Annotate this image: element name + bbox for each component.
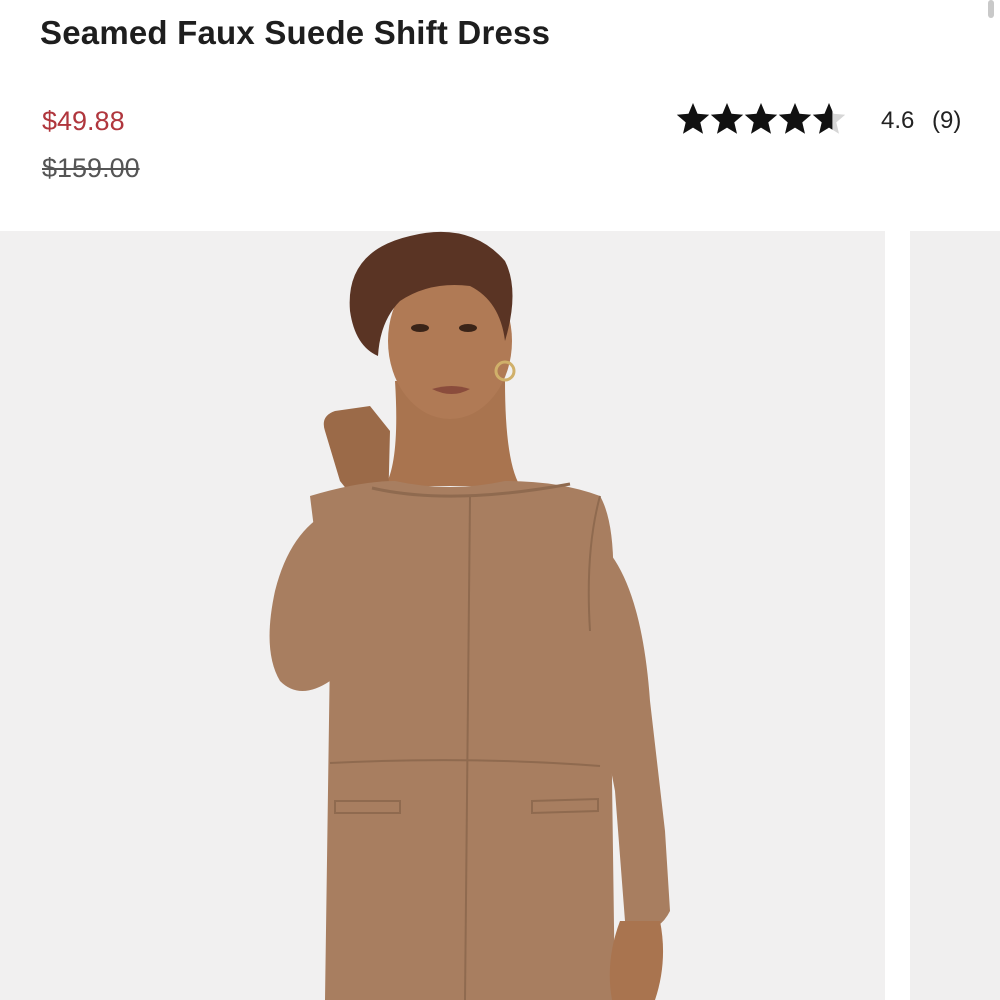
sale-price: $49.88 xyxy=(42,106,125,136)
rating-summary[interactable]: 4.6 (9) xyxy=(676,100,976,140)
product-image-main[interactable] xyxy=(0,231,885,1000)
star-filled-icon xyxy=(778,103,812,134)
star-filled-icon xyxy=(710,103,744,134)
star-filled-icon xyxy=(744,103,778,134)
model-photo xyxy=(0,231,885,1000)
product-image-next[interactable] xyxy=(910,231,1000,1000)
product-header: Seamed Faux Suede Shift Dress $49.88 $15… xyxy=(0,0,1000,230)
star-rating xyxy=(676,103,846,134)
review-count-link[interactable]: (9) xyxy=(932,107,961,135)
star-filled-icon xyxy=(676,103,710,134)
product-title: Seamed Faux Suede Shift Dress xyxy=(40,14,551,51)
rating-value: 4.6 xyxy=(881,107,915,134)
product-gallery[interactable] xyxy=(0,231,1000,1000)
original-price: $159.00 xyxy=(42,153,140,183)
